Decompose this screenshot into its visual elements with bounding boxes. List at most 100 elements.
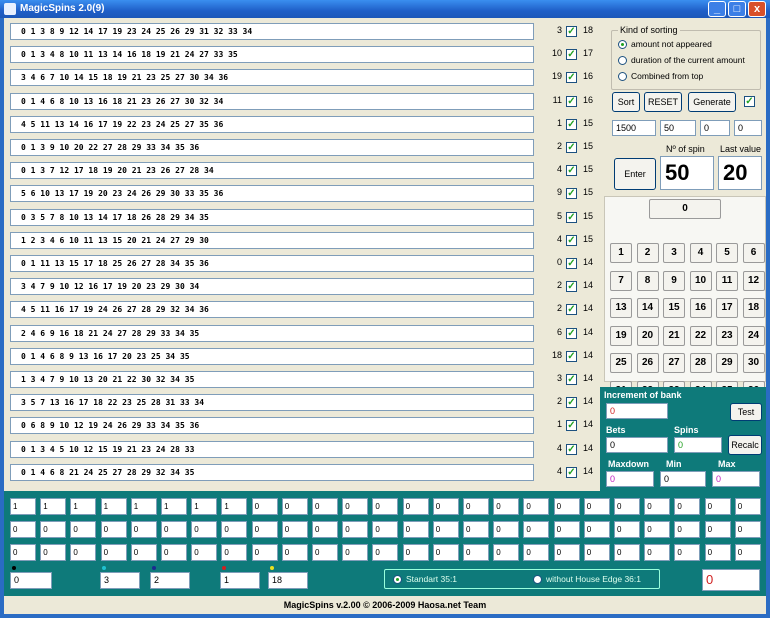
number-button-8[interactable]: 8 — [636, 270, 659, 291]
spin-number-field[interactable]: 50 — [660, 156, 714, 190]
close-button[interactable]: x — [748, 1, 766, 17]
stat-cell[interactable]: 0 — [40, 521, 67, 538]
stat-cell[interactable]: 0 — [221, 521, 248, 538]
stat-cell[interactable]: 0 — [402, 498, 429, 515]
sequence-field[interactable]: 0 1 4 6 8 10 13 16 18 21 23 26 27 30 32 … — [10, 92, 534, 110]
stat-cell[interactable]: 0 — [614, 521, 640, 538]
stat-cell[interactable]: 0 — [251, 498, 278, 515]
number-button-3[interactable]: 3 — [663, 243, 685, 263]
stat-cell[interactable]: 0 — [583, 498, 610, 515]
row-checkbox[interactable]: ✓ — [566, 443, 577, 455]
last-value-field[interactable]: 20 — [718, 156, 762, 190]
number-button-18[interactable]: 18 — [742, 298, 765, 318]
stat-cell[interactable]: 0 — [70, 521, 97, 538]
generate-checkbox[interactable]: ✓ — [744, 96, 755, 107]
stat-cell[interactable]: 0 — [402, 521, 429, 538]
stat-cell[interactable]: 0 — [463, 498, 489, 515]
stat-cell[interactable]: 1 — [70, 498, 97, 515]
number-button-22[interactable]: 22 — [689, 325, 712, 346]
sequence-field[interactable]: 0 1 4 6 8 21 24 25 27 28 29 32 34 35 — [10, 463, 534, 481]
input-50[interactable]: 50 — [660, 120, 696, 136]
stat-cell[interactable]: 0 — [734, 544, 761, 561]
stat-cell[interactable]: 1 — [191, 498, 218, 515]
spins-field[interactable]: 0 — [674, 437, 722, 453]
row-checkbox[interactable]: ✓ — [566, 350, 577, 362]
stat-cell[interactable]: 0 — [372, 521, 399, 538]
stat-cell[interactable]: 0 — [130, 544, 157, 561]
number-button-16[interactable]: 16 — [689, 298, 712, 318]
number-button-19[interactable]: 19 — [610, 325, 632, 346]
mode-standard[interactable]: Standart 35:1 — [393, 574, 513, 586]
row-checkbox[interactable]: ✓ — [566, 95, 577, 107]
stat-cell[interactable]: 0 — [523, 498, 550, 515]
sequence-field[interactable]: 0 1 3 8 9 12 14 17 19 23 24 25 26 29 31 … — [10, 23, 534, 40]
stat-cell[interactable]: 0 — [342, 498, 369, 515]
stat-cell[interactable]: 0 — [674, 521, 701, 538]
stat-cell[interactable]: 1 — [100, 498, 127, 515]
row-checkbox[interactable]: ✓ — [566, 234, 577, 246]
stat-cell[interactable]: 0 — [70, 544, 97, 561]
row-checkbox[interactable]: ✓ — [566, 211, 577, 223]
generate-button[interactable]: Generate — [688, 92, 736, 112]
stat-cell[interactable]: 0 — [463, 544, 489, 561]
row-checkbox[interactable]: ✓ — [566, 142, 577, 153]
number-button-28[interactable]: 28 — [689, 353, 712, 373]
sequence-field[interactable]: 0 1 3 9 10 20 22 27 28 29 33 34 35 36 — [10, 139, 534, 156]
stat-cell[interactable]: 0 — [463, 521, 489, 538]
stat-cell[interactable]: 0 — [312, 498, 338, 515]
sequence-field[interactable]: 1 3 4 7 9 10 13 20 21 22 30 32 34 35 — [10, 371, 534, 388]
stat-cell[interactable]: 1 — [221, 498, 248, 515]
stat-cell[interactable]: 1 — [161, 498, 187, 515]
stat-cell[interactable]: 0 — [493, 498, 520, 515]
sequence-field[interactable]: 5 6 10 13 17 19 20 23 24 26 29 30 33 35 … — [10, 185, 534, 203]
row-checkbox[interactable]: ✓ — [566, 258, 577, 269]
stat-cell[interactable]: 0 — [644, 544, 671, 561]
stat-cell[interactable]: 0 — [523, 544, 550, 561]
stat-cell[interactable]: 0 — [40, 544, 67, 561]
sequence-field[interactable]: 0 1 11 13 15 17 18 25 26 27 28 34 35 36 — [10, 255, 534, 272]
sequence-field[interactable]: 4 5 11 13 14 16 17 19 22 23 24 25 27 35 … — [10, 115, 534, 133]
row-checkbox[interactable]: ✓ — [566, 165, 577, 177]
summary-field[interactable]: 1 — [220, 572, 260, 589]
stat-cell[interactable]: 0 — [221, 544, 248, 561]
row-checkbox[interactable]: ✓ — [566, 466, 577, 478]
stat-cell[interactable]: 0 — [161, 521, 187, 538]
sequence-field[interactable]: 4 5 11 16 17 19 24 26 27 28 29 32 34 36 — [10, 301, 534, 319]
test-button[interactable]: Test — [730, 403, 762, 421]
stat-cell[interactable]: 0 — [432, 498, 459, 515]
number-button-5[interactable]: 5 — [716, 243, 738, 263]
number-button-15[interactable]: 15 — [663, 298, 685, 318]
number-button-23[interactable]: 23 — [716, 325, 738, 346]
stat-cell[interactable]: 0 — [493, 521, 520, 538]
sort-option-not-appeared[interactable]: amount not appeared — [618, 39, 758, 51]
stat-cell[interactable]: 0 — [704, 521, 731, 538]
stat-cell[interactable]: 0 — [583, 544, 610, 561]
mode-no-house-edge[interactable]: without House Edge 36:1 — [533, 574, 659, 586]
stat-cell[interactable]: 0 — [704, 498, 731, 515]
stat-cell[interactable]: 0 — [402, 544, 429, 561]
number-button-11[interactable]: 11 — [716, 270, 738, 291]
sequence-field[interactable]: 3 5 7 13 16 17 18 22 23 25 28 31 33 34 — [10, 394, 534, 412]
summary-field[interactable]: 2 — [150, 572, 190, 589]
stat-cell[interactable]: 0 — [281, 498, 308, 515]
stat-cell[interactable]: 0 — [161, 544, 187, 561]
sort-option-combined[interactable]: Combined from top — [618, 71, 758, 83]
max-field[interactable]: 0 — [712, 471, 760, 487]
sequence-field[interactable]: 2 4 6 9 16 18 21 24 27 28 29 33 34 35 — [10, 324, 534, 342]
sort-button[interactable]: Sort — [612, 92, 640, 112]
number-button-24[interactable]: 24 — [742, 325, 765, 346]
number-button-2[interactable]: 2 — [636, 243, 659, 263]
stat-cell[interactable]: 0 — [191, 521, 218, 538]
minimize-button[interactable]: _ — [708, 1, 726, 17]
input-1500[interactable]: 1500 — [612, 120, 656, 136]
recalc-button[interactable]: Recalc — [728, 435, 762, 455]
number-button-1[interactable]: 1 — [610, 243, 632, 263]
stat-cell[interactable]: 0 — [251, 544, 278, 561]
stat-cell[interactable]: 0 — [372, 544, 399, 561]
sort-option-duration[interactable]: duration of the current amount — [618, 55, 758, 67]
stat-cell[interactable]: 0 — [100, 521, 127, 538]
sequence-field[interactable]: 3 4 7 9 10 12 16 17 19 20 23 29 30 34 — [10, 278, 534, 296]
number-button-27[interactable]: 27 — [663, 353, 685, 373]
sequence-field[interactable]: 0 1 3 7 12 17 18 19 20 21 23 26 27 28 34 — [10, 162, 534, 180]
stat-cell[interactable]: 0 — [372, 498, 399, 515]
